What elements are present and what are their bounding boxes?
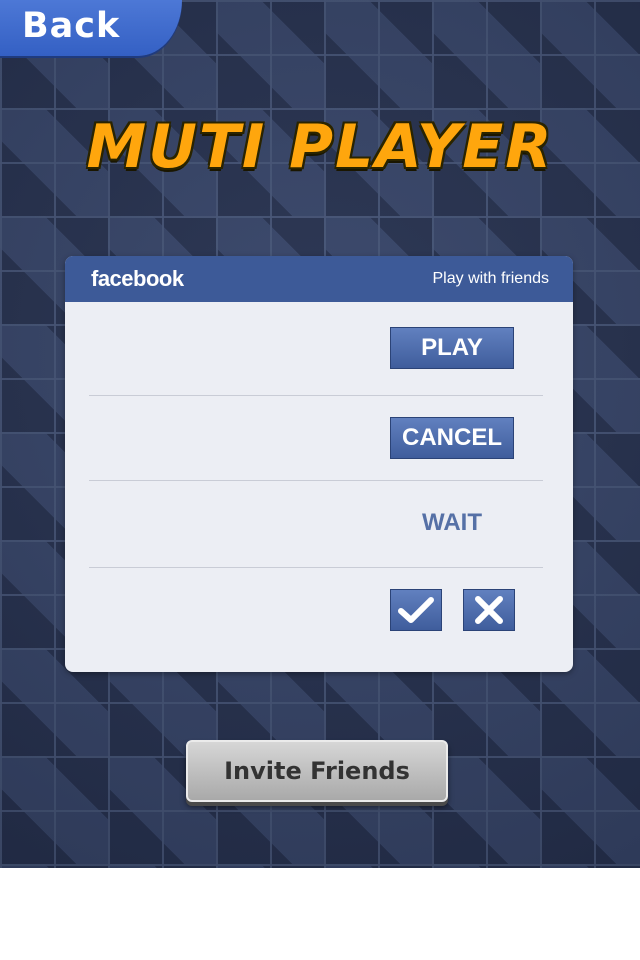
facebook-logo: facebook	[91, 266, 184, 291]
row-divider	[89, 480, 543, 481]
close-icon	[475, 596, 503, 624]
decline-button[interactable]	[463, 589, 515, 631]
accept-button[interactable]	[390, 589, 442, 631]
cancel-button[interactable]: CANCEL	[390, 417, 514, 459]
invite-friends-button[interactable]: Invite Friends	[186, 740, 448, 802]
facebook-panel: facebook Play with friends PLAY CANCEL W…	[65, 256, 573, 672]
game-background: Back MUTI PLAYER facebook Play with frie…	[0, 0, 640, 868]
page-title: MUTI PLAYER	[86, 112, 554, 182]
panel-header: facebook Play with friends	[65, 256, 573, 302]
play-button-label: PLAY	[421, 334, 483, 361]
back-button-label: Back	[22, 6, 121, 46]
invite-friends-label: Invite Friends	[224, 757, 410, 785]
cancel-button-label: CANCEL	[402, 424, 502, 451]
back-button[interactable]: Back	[0, 0, 182, 56]
wait-status: WAIT	[422, 509, 482, 536]
row-divider	[89, 567, 543, 568]
panel-subtitle: Play with friends	[432, 270, 550, 287]
play-button[interactable]: PLAY	[390, 327, 514, 369]
checkmark-icon	[398, 597, 434, 623]
row-divider	[89, 395, 543, 396]
